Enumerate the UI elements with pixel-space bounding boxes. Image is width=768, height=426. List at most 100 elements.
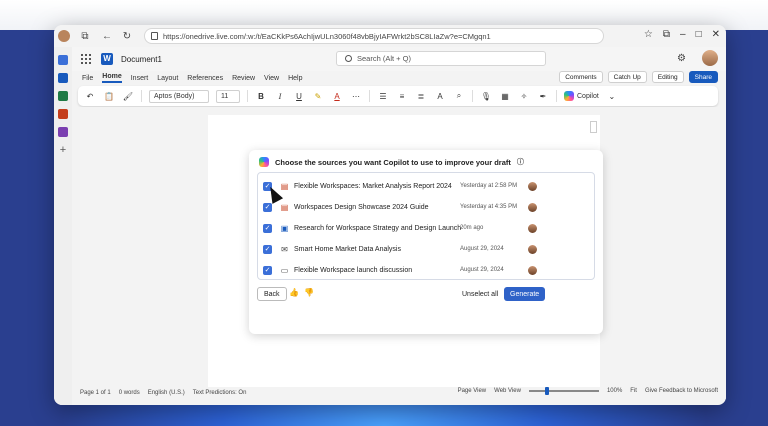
undo-icon[interactable]: ↶ — [84, 90, 96, 102]
toolbar-divider — [247, 90, 248, 102]
source-time: August 29, 2024 — [460, 267, 504, 273]
document-title[interactable]: Document1 — [121, 55, 162, 64]
back-button[interactable]: Back — [257, 287, 287, 301]
source-avatar — [528, 265, 537, 275]
source-avatar — [528, 244, 537, 254]
more-font-icon[interactable]: ⋯ — [350, 90, 362, 102]
editor-icon[interactable]: ✒ — [537, 90, 549, 102]
toolbar-divider — [369, 90, 370, 102]
font-size-dropdown[interactable]: 11 — [216, 89, 240, 103]
minimize-button[interactable]: – — [680, 29, 686, 40]
share-button[interactable]: Share — [688, 71, 718, 83]
word-app-icon[interactable] — [58, 73, 68, 83]
source-row[interactable]: ✓ ▣ Research for Workspace Strategy and … — [258, 218, 594, 238]
source-name: Workspaces Design Showcase 2024 Guide — [294, 203, 429, 211]
format-painter-icon[interactable]: 🖌 — [122, 90, 134, 102]
status-right: Page View Web View 100% Fit Give Feedbac… — [458, 387, 718, 395]
align-icon[interactable]: ≣ — [415, 90, 427, 102]
tab-review[interactable]: Review — [232, 75, 255, 82]
find-icon[interactable]: ⌕ — [453, 90, 465, 102]
thumbs-up-icon[interactable]: 👍 — [289, 288, 299, 297]
comments-button[interactable]: Comments — [559, 71, 603, 83]
info-icon[interactable]: ⓘ — [517, 157, 524, 167]
chat-icon: ▭ — [280, 265, 289, 275]
source-checkbox[interactable]: ✓ — [263, 202, 272, 212]
fit-button[interactable]: Fit — [630, 388, 637, 394]
collections-icon[interactable]: ⧉ — [663, 29, 670, 40]
tabs-icon[interactable]: ⧉ — [78, 29, 92, 43]
source-row[interactable]: ✓ ▤ Flexible Workspaces: Market Analysis… — [258, 176, 594, 196]
close-button[interactable]: ✕ — [712, 29, 720, 40]
font-color-icon[interactable]: A — [331, 90, 343, 102]
language[interactable]: English (U.S.) — [148, 390, 185, 396]
source-row[interactable]: ✓ ▤ Workspaces Design Showcase 2024 Guid… — [258, 197, 594, 217]
web-view-button[interactable]: Web View — [494, 388, 521, 394]
highlight-icon[interactable]: ✎ — [312, 90, 324, 102]
chevron-down-icon[interactable]: ⌄ — [606, 90, 618, 102]
paste-icon[interactable]: 📋 — [103, 90, 115, 102]
browser-chrome: ⧉ ← ↻ https://onedrive.live.com/:w:/t/Ea… — [54, 25, 726, 47]
toolbar-divider — [472, 90, 473, 102]
dictate-icon[interactable]: 🎙 — [480, 90, 492, 102]
user-avatar[interactable] — [702, 50, 718, 66]
files-app-icon[interactable] — [58, 55, 68, 65]
tab-layout[interactable]: Layout — [157, 75, 178, 82]
powerpoint-app-icon[interactable] — [58, 109, 68, 119]
source-checkbox[interactable]: ✓ — [263, 265, 272, 275]
underline-button[interactable]: U — [293, 90, 305, 102]
word-file-icon: ▣ — [280, 223, 289, 233]
text-predictions[interactable]: Text Predictions: On — [193, 390, 247, 396]
source-checkbox[interactable]: ✓ — [263, 244, 272, 254]
table-icon[interactable]: ▦ — [499, 90, 511, 102]
page-view-button[interactable]: Page View — [458, 388, 487, 394]
tab-help[interactable]: Help — [288, 75, 302, 82]
search-placeholder: Search (Alt + Q) — [357, 54, 411, 63]
zoom-slider[interactable] — [528, 387, 599, 395]
search-box[interactable]: Search (Alt + Q) — [336, 51, 546, 66]
italic-button[interactable]: I — [274, 90, 286, 102]
source-name: Smart Home Market Data Analysis — [294, 245, 401, 253]
back-arrow-icon[interactable]: ← — [100, 29, 114, 43]
source-row[interactable]: ✓ ✉ Smart Home Market Data Analysis Augu… — [258, 239, 594, 259]
tab-insert[interactable]: Insert — [131, 75, 149, 82]
source-checkbox[interactable]: ✓ — [263, 223, 272, 233]
excel-app-icon[interactable] — [58, 91, 68, 101]
feedback-link[interactable]: Give Feedback to Microsoft — [645, 388, 718, 394]
onenote-app-icon[interactable] — [58, 127, 68, 137]
unselect-all-button[interactable]: Unselect all — [462, 291, 498, 298]
editing-mode-button[interactable]: Editing — [651, 71, 684, 83]
source-avatar — [528, 223, 537, 233]
page-marker — [590, 121, 597, 133]
numbering-icon[interactable]: ≡ — [396, 90, 408, 102]
bold-button[interactable]: B — [255, 90, 267, 102]
tab-references[interactable]: References — [187, 75, 223, 82]
favorites-icon[interactable]: ☆ — [644, 29, 653, 40]
browser-profile-avatar[interactable] — [58, 30, 70, 42]
header-right: ⚙ — [677, 50, 718, 66]
copilot-button[interactable]: Copilot — [564, 91, 599, 101]
source-time: August 29, 2024 — [460, 246, 504, 252]
font-name-dropdown[interactable]: Aptos (Body) — [149, 89, 209, 103]
refresh-icon[interactable]: ↻ — [120, 29, 134, 43]
settings-icon[interactable]: ⚙ — [677, 53, 686, 64]
styles-icon[interactable]: A — [434, 90, 446, 102]
address-bar[interactable]: https://onedrive.live.com/:w:/t/EaCKkPs6… — [144, 28, 604, 44]
tab-file[interactable]: File — [82, 75, 93, 82]
catch-up-button[interactable]: Catch Up — [607, 71, 647, 83]
search-icon — [345, 55, 352, 62]
word-count[interactable]: 0 words — [119, 390, 140, 396]
generate-button[interactable]: Generate — [504, 287, 546, 301]
maximize-button[interactable]: □ — [696, 29, 702, 40]
add-app-icon[interactable]: + — [58, 145, 68, 156]
tab-home[interactable]: Home — [102, 73, 122, 83]
source-row[interactable]: ✓ ▭ Flexible Workspace launch discussion… — [258, 260, 594, 280]
source-name: Flexible Workspace launch discussion — [294, 266, 413, 274]
thumbs-down-icon[interactable]: 👎 — [304, 288, 314, 297]
word-logo-icon: W — [101, 53, 113, 65]
source-time: 20m ago — [460, 225, 484, 231]
tab-view[interactable]: View — [264, 75, 279, 82]
bullets-icon[interactable]: ☰ — [377, 90, 389, 102]
copilot-label: Copilot — [577, 92, 599, 100]
app-launcher-icon[interactable] — [81, 54, 91, 64]
designer-icon[interactable]: ✧ — [518, 90, 530, 102]
